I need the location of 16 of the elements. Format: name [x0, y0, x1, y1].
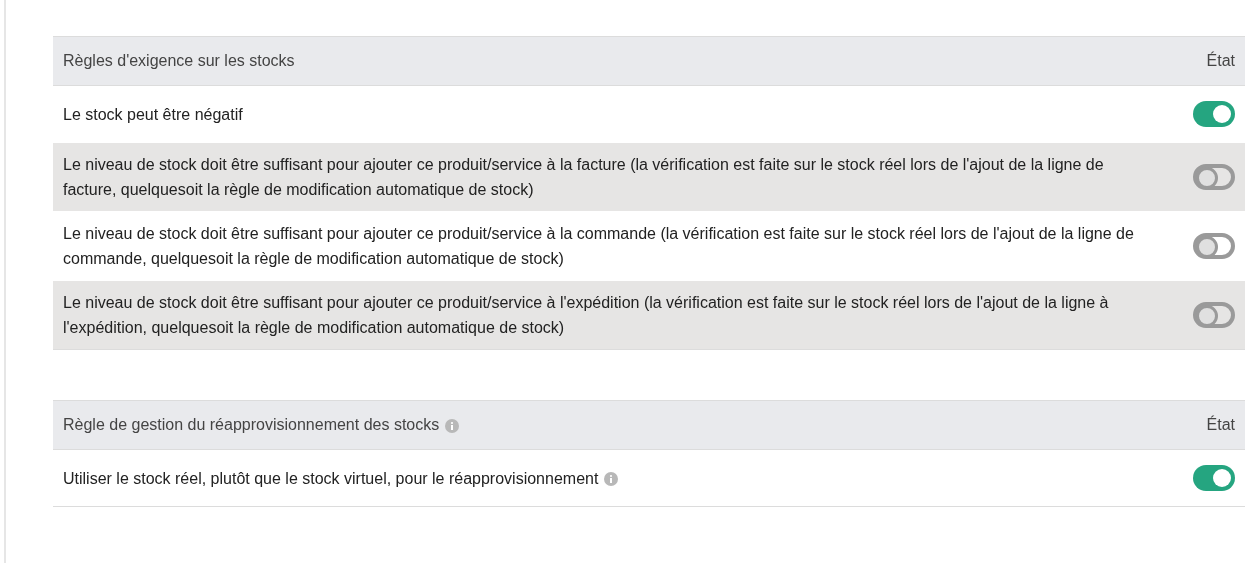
- setting-label: Le stock peut être négatif: [63, 105, 243, 123]
- section-title: Règles d'exigence sur les stocks: [63, 52, 295, 69]
- section-title: Règle de gestion du réapprovisionnement des stocks: [63, 416, 440, 433]
- setting-label: Le niveau de stock doit être suffisant pour ajouter ce produit/service à l'expédition (la vérification est faite sur le stock réel lors de l'ajout de la ligne à l'expédition, quelquesoit la règle de modification automatique de stock): [63, 294, 1109, 336]
- setting-label: Le niveau de stock doit être suffisant pour ajouter ce produit/service à la commande (la vérification est faite sur le stock réel lors de l'ajout de la ligne de commande, quelquesoit la règle de modification automatique de stock): [63, 225, 1134, 267]
- toggle-switch[interactable]: [1193, 233, 1235, 260]
- column-header: État: [1206, 52, 1235, 69]
- info-icon[interactable]: [445, 418, 460, 433]
- info-icon[interactable]: [604, 472, 619, 487]
- toggle-switch[interactable]: [1193, 101, 1235, 128]
- column-header: État: [1206, 416, 1235, 433]
- setting-label: Le niveau de stock doit être suffisant pour ajouter ce produit/service à la facture (la vérification est faite sur le stock réel lors de l'ajout de la ligne de facture, quelquesoit la règle de modification automatique de stock): [63, 156, 1104, 198]
- toggle-switch[interactable]: [1193, 302, 1235, 329]
- setting-label: Utiliser le stock réel, plutôt que le stock virtuel, pour le réapprovisionnement: [63, 469, 599, 487]
- toggle-switch[interactable]: [1193, 465, 1235, 492]
- toggle-switch[interactable]: [1193, 164, 1235, 191]
